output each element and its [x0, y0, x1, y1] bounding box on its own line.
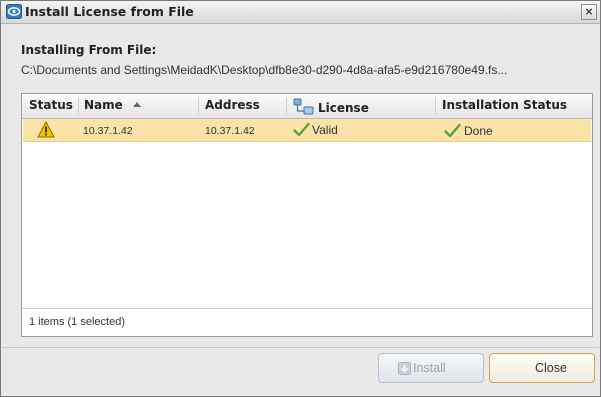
column-header-license-label: License — [318, 101, 369, 115]
install-button[interactable]: Install — [378, 353, 484, 383]
installing-from-label: Installing From File: — [21, 43, 157, 57]
table-row[interactable]: 10.37.1.42 10.37.1.42 Valid Done — [23, 119, 591, 142]
column-divider[interactable] — [286, 97, 287, 115]
title-bar[interactable]: Install License from File × — [1, 1, 600, 24]
column-header-name[interactable]: Name — [84, 98, 141, 112]
column-header-license[interactable]: License — [293, 98, 369, 116]
row-installation-status: Done — [464, 124, 493, 138]
file-path: C:\Documents and Settings\MeidadK\Deskto… — [21, 63, 508, 77]
license-tree-icon — [293, 98, 314, 115]
column-header-address[interactable]: Address — [205, 98, 260, 112]
check-icon — [293, 122, 310, 137]
table-header: Status Name Address License Installation… — [22, 94, 592, 119]
column-header-name-label: Name — [84, 98, 123, 112]
column-header-status[interactable]: Status — [29, 98, 73, 112]
column-divider[interactable] — [78, 97, 79, 115]
install-button-label: Install — [413, 361, 446, 375]
row-name: 10.37.1.42 — [83, 125, 133, 137]
install-license-dialog: Install License from File × Installing F… — [0, 0, 601, 397]
button-bar-divider — [2, 347, 599, 348]
column-divider[interactable] — [435, 97, 436, 115]
sort-ascending-icon — [132, 102, 141, 107]
check-icon — [444, 123, 461, 138]
dialog-title: Install License from File — [25, 4, 194, 19]
selection-count: 1 items (1 selected) — [29, 316, 125, 328]
close-button-label: Close — [535, 361, 567, 375]
app-logo-icon — [6, 4, 22, 19]
row-license: Valid — [312, 123, 338, 137]
row-address: 10.37.1.42 — [205, 125, 255, 137]
column-header-installation-status[interactable]: Installation Status — [442, 98, 567, 112]
close-button[interactable]: Close — [489, 353, 595, 383]
warning-icon — [37, 121, 55, 138]
window-close-button[interactable]: × — [581, 4, 597, 20]
table-footer-divider — [22, 308, 592, 309]
install-icon — [398, 362, 411, 375]
column-divider[interactable] — [198, 97, 199, 115]
license-table: Status Name Address License Installation… — [21, 93, 593, 337]
